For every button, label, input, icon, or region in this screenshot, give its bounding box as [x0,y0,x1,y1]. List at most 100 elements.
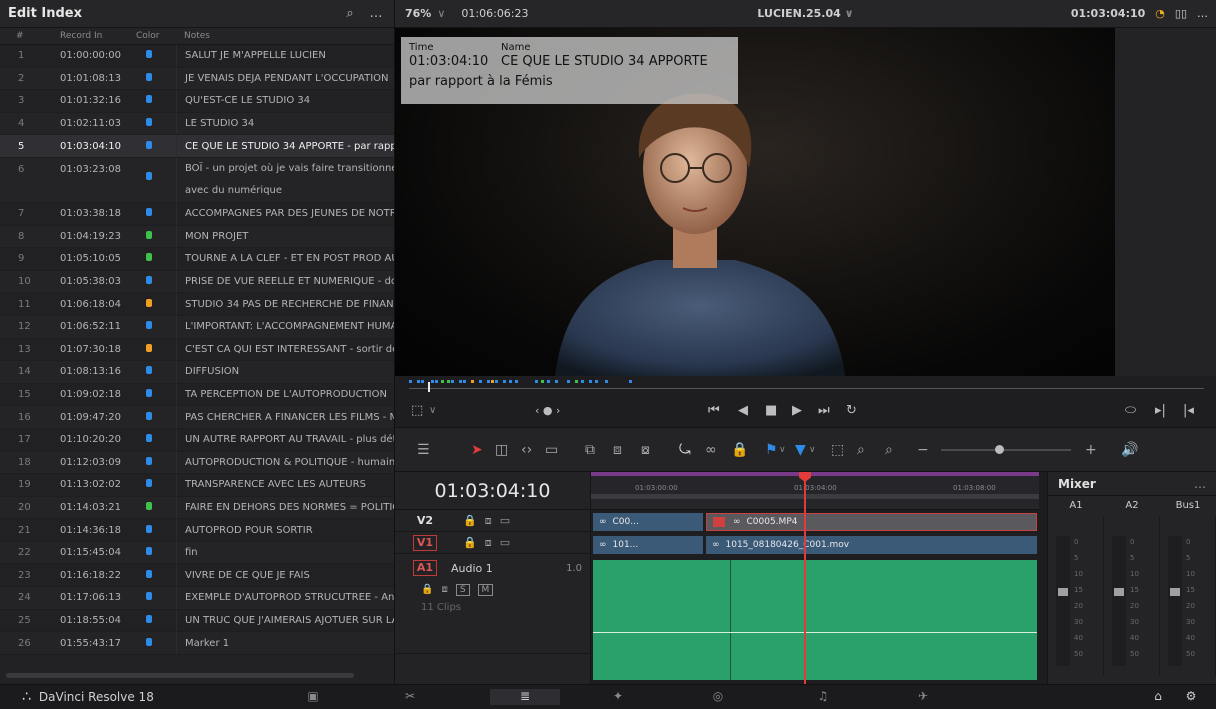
index-row[interactable]: 12 01:06:52:11 L'IMPORTANT: L'ACCOMPAGNEME… [0,315,394,339]
fader-bus1[interactable] [1170,588,1180,596]
zoom-custom-icon[interactable]: ⌕ [885,442,893,458]
index-row[interactable]: 24 01:17:06:13 EXEMPLE D'AUTOPROD STRUCUTR… [0,587,394,610]
edit-page-icon[interactable]: ≣ [490,689,560,705]
stop-icon[interactable]: ■ [765,403,777,418]
lock-icon[interactable]: 🔒 [463,536,477,550]
zoom-slider-handle[interactable] [995,445,1004,454]
index-row[interactable]: 22 01:15:45:04 fin [0,541,394,565]
snapping-icon[interactable]: ⤿ [679,442,691,458]
index-row[interactable]: 18 01:12:03:09 AUTOPRODUCTION & POLITIQUE … [0,451,394,475]
selection-tool-icon[interactable]: ➤ [471,442,483,458]
index-row[interactable]: 15 01:09:02:18 TA PERCEPTION DE L'AUTOPROD… [0,383,394,407]
flag-icon[interactable]: ⚑ [765,442,778,458]
timeline-view-options-icon[interactable]: ☰ [417,442,430,458]
trim-tool-icon[interactable]: ◫ [495,442,508,458]
play-icon[interactable]: ▶ [792,403,802,418]
mixer-more-icon[interactable]: … [1194,477,1206,491]
dynamic-trim-icon[interactable]: ‹› [521,442,532,458]
col-notes[interactable]: Notes [176,31,394,41]
audio-speaker-icon[interactable]: 🔊 [1121,442,1138,458]
index-row[interactable]: 16 01:09:47:20 PAS CHERCHER A FINANCER LES… [0,406,394,429]
zoom-detail-icon[interactable]: ⌕ [857,442,865,458]
index-row[interactable]: 1 01:00:00:00 SALUT JE M'APPELLE LUCIEN [0,45,394,68]
home-icon[interactable]: ⌂ [1145,689,1171,705]
index-row[interactable]: 21 01:14:36:18 AUTOPROD POUR SORTIR [0,519,394,542]
mute-button[interactable]: M [477,584,494,596]
zoom-slider-track[interactable] [941,449,1071,451]
fader-a1[interactable] [1058,588,1068,596]
more-options-icon[interactable]: … [366,6,386,21]
clip-v2-b[interactable]: ∞ C0005.MP4 [706,513,1037,531]
next-clip-icon[interactable]: ▸| [1155,403,1166,418]
color-wheel-icon[interactable]: ◔ [1155,7,1165,20]
auto-select-icon[interactable]: ⧈ [441,584,447,596]
track-v1[interactable]: V1 🔒 ⧈ ▭ [395,532,590,554]
play-reverse-icon[interactable]: ◀ [738,403,748,418]
index-row[interactable]: 23 01:16:18:22 VIVRE DE CE QUE JE FAIS [0,564,394,588]
viewer-mode-dropdown-icon[interactable]: ∨ [429,405,436,416]
index-row[interactable]: 7 01:03:38:18 ACCOMPAGNES PAR DES JEUNES D… [0,202,394,226]
blade-tool-icon[interactable]: ▭ [545,442,558,458]
fusion-page-icon[interactable]: ✦ [605,689,631,705]
skip-start-icon[interactable]: ⏮ [708,403,720,418]
col-number[interactable]: # [0,31,54,41]
index-row[interactable]: 13 01:07:30:18 C'EST CA QUI EST INTERESSAN… [0,338,394,362]
zoom-in-icon[interactable]: + [1085,442,1097,458]
index-row[interactable]: 9 01:05:10:05 TOURNE A LA CLEF - ET EN POS… [0,248,394,271]
index-row[interactable]: 5 01:03:04:10 CE QUE LE STUDIO 34 APPORTE … [0,135,394,158]
index-row[interactable]: 2 01:01:08:13 JE VENAIS DEJA PENDANT L'OCC… [0,67,394,91]
search-icon[interactable]: ⌕ [340,6,360,21]
col-record-in[interactable]: Record In [54,31,130,41]
auto-select-icon[interactable]: ⧈ [485,514,492,528]
marker-dropdown-icon[interactable]: ∨ [809,445,816,455]
color-page-icon[interactable]: ◎ [705,689,731,705]
overwrite-clip-icon[interactable]: ⧈ [613,442,622,458]
clip-v2-a[interactable]: ∞ C00... [593,513,703,531]
position-lock-icon[interactable]: 🔒 [731,442,748,458]
cut-page-icon[interactable]: ✂ [397,689,423,705]
marker-icon[interactable]: ▼ [795,442,806,458]
dual-viewer-icon[interactable]: ▯▯ [1175,7,1187,20]
timeline-dropdown-icon[interactable]: ∨ [845,7,854,20]
index-row[interactable]: 19 01:13:02:02 TRANSPARENCE AVEC LES AUTEU… [0,474,394,497]
insert-clip-icon[interactable]: ⧉ [585,442,595,458]
skip-end-icon[interactable]: ⏭ [818,403,830,418]
audio-clip[interactable] [593,560,1037,680]
track-visible-icon[interactable]: ▭ [500,536,510,550]
match-frame-icon[interactable]: ⬭ [1125,403,1136,418]
prev-clip-icon[interactable]: |◂ [1183,403,1194,418]
auto-select-icon[interactable]: ⧈ [485,536,492,550]
fairlight-page-icon[interactable]: ♫ [810,689,836,705]
timeline-scroll-bar[interactable] [591,494,1039,499]
track-visible-icon[interactable]: ▭ [500,514,510,528]
viewer[interactable]: Time Name 01:03:04:10 CE QUE LE STUDIO 3… [395,28,1216,376]
lock-icon[interactable]: 🔒 [463,514,477,528]
zoom-full-icon[interactable]: ⬚ [831,442,844,458]
lock-icon[interactable]: 🔒 [421,584,433,596]
linked-selection-icon[interactable]: ∞ [705,442,717,458]
clip-v1-b[interactable]: ∞ 1015_08180426_C001.mov [706,536,1037,554]
index-row[interactable]: 25 01:18:55:04 UN TRUC QUE J'AIMERAIS AJOT… [0,609,394,633]
index-row[interactable]: 11 01:06:18:04 STUDIO 34 PAS DE RECHERCHE … [0,293,394,316]
timeline-ruler[interactable]: 01:03:00:00 01:03:04:00 01:03:08:00 [591,472,1039,510]
index-scrollbar[interactable] [6,673,354,678]
deliver-page-icon[interactable]: ✈ [910,689,936,705]
index-row[interactable]: 8 01:04:19:23 MON PROJET [0,225,394,249]
viewer-more-icon[interactable]: … [1197,7,1208,20]
track-v1-label[interactable]: V1 [413,534,437,551]
replace-clip-icon[interactable]: ⧇ [641,442,650,458]
clip-v1-a[interactable]: ∞ 101... [593,536,703,554]
index-row[interactable]: 10 01:05:38:03 PRISE DE VUE REELLE ET NUME… [0,270,394,294]
solo-button[interactable]: S [455,584,470,596]
jog-control-icon[interactable]: ‹ ● › [535,404,560,417]
zoom-out-icon[interactable]: − [917,442,929,458]
track-a1-label[interactable]: A1 [413,560,437,576]
fader-a2[interactable] [1114,588,1124,596]
track-a1[interactable]: A1 Audio 1 1.0 🔒 ⧈ S M 11 Clips [395,554,590,654]
track-a1-name[interactable]: Audio 1 [451,562,493,575]
index-row[interactable]: 6 01:03:23:08 BOÏ - un projet où je vais f… [0,157,394,203]
index-row[interactable]: 20 01:14:03:21 FAIRE EN DEHORS DES NORMES … [0,496,394,520]
index-row[interactable]: 4 01:02:11:03 LE STUDIO 34 [0,112,394,136]
flag-dropdown-icon[interactable]: ∨ [779,445,786,455]
index-row[interactable]: 3 01:01:32:16 QU'EST-CE LE STUDIO 34 [0,90,394,113]
